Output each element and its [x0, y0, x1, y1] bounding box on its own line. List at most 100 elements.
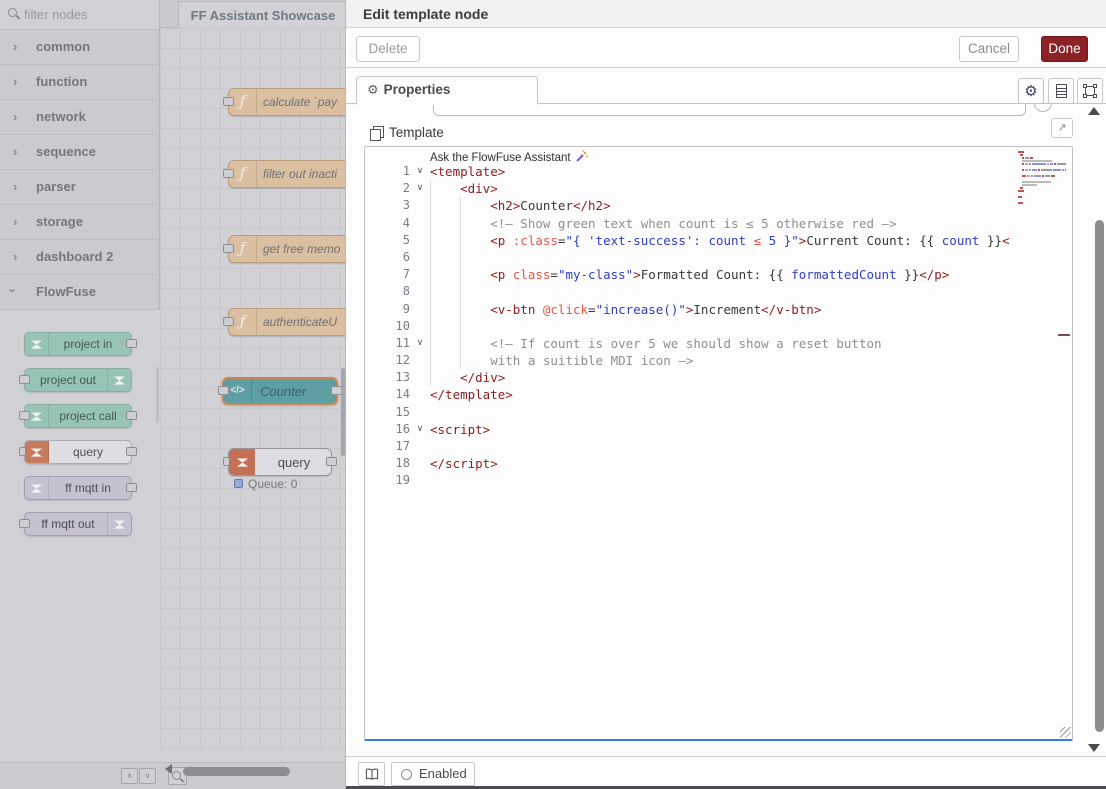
dialog-scrollbar[interactable]	[1095, 220, 1104, 732]
template-field-label: Template	[389, 125, 444, 140]
canvas-horizontal-scrollbar[interactable]	[183, 767, 290, 776]
node-settings-button[interactable]: ⚙	[1018, 78, 1044, 104]
edit-template-dialog: Edit template node Delete Cancel Done ⚙P…	[345, 0, 1106, 789]
code-line: 9<v-btn @click="increase()">Increment</v…	[365, 301, 1058, 318]
gear-icon: ⚙	[1024, 82, 1037, 100]
fold-gutter	[410, 283, 430, 300]
palette-node-ff-mqtt-out[interactable]: ff mqtt out	[24, 512, 132, 536]
code-line: 16∨<script>	[365, 421, 1058, 438]
assistant-hint[interactable]: Ask the FlowFuse Assistant	[430, 150, 588, 164]
dialog-scroll-up-arrow[interactable]	[1088, 107, 1100, 115]
code-lines[interactable]: 1∨<template>2∨<div>3<h2>Counter</h2>4<!—…	[365, 163, 1058, 490]
palette-search[interactable]: filter nodes	[0, 0, 159, 30]
fold-toggle-icon[interactable]: ∨	[410, 163, 430, 180]
input-port	[19, 375, 30, 384]
scrolled-round-button[interactable]	[1034, 104, 1052, 112]
docs-button[interactable]	[358, 762, 385, 786]
palette-category-dashboard-2[interactable]: › dashboard 2	[0, 240, 159, 275]
node-status-label: Queue: 0	[248, 477, 297, 491]
palette-node-project-in[interactable]: project in	[24, 332, 132, 356]
fold-toggle-icon[interactable]: ∨	[410, 180, 430, 197]
code-line: 17	[365, 438, 1058, 455]
palette-expand-all-button[interactable]: ∨	[139, 768, 156, 784]
copy-icon	[370, 126, 383, 139]
palette-search-placeholder: filter nodes	[24, 7, 88, 22]
palette-node-project-call[interactable]: project call	[24, 404, 132, 428]
fold-gutter	[410, 352, 430, 369]
enabled-toggle[interactable]: Enabled	[391, 762, 475, 786]
scrolled-form-row	[346, 104, 1106, 118]
code-line: 7<p class="my-class">Formatted Count: {{…	[365, 266, 1058, 283]
dialog-toolbar: Delete Cancel Done	[346, 28, 1106, 68]
function-icon: ƒ	[229, 236, 257, 262]
fold-toggle-icon[interactable]: ∨	[410, 335, 430, 352]
code-line: 10	[365, 318, 1058, 335]
palette-scrollbar[interactable]	[156, 367, 159, 423]
palette-node-project-out[interactable]: project out	[24, 368, 132, 392]
tab-properties[interactable]: ⚙Properties	[356, 76, 538, 105]
done-button[interactable]: Done	[1041, 36, 1088, 62]
node-appearance-button[interactable]	[1077, 78, 1103, 104]
palette-category-function[interactable]: › function	[0, 65, 159, 100]
node-description-button[interactable]	[1048, 78, 1074, 104]
document-icon	[1056, 84, 1067, 98]
chevron-down-icon: ›	[6, 288, 21, 292]
fold-toggle-icon[interactable]: ∨	[410, 421, 430, 438]
node-counter-selected[interactable]: </> Counter	[222, 377, 338, 405]
palette-flowfuse-section: project in project out project call quer…	[0, 310, 160, 762]
node-filter-out-inactive[interactable]: ƒ filter out inacti	[228, 160, 345, 188]
node-authenticate-user[interactable]: ƒ authenticateU	[228, 308, 345, 336]
fold-gutter	[410, 318, 430, 335]
palette-node-query[interactable]: query	[24, 440, 132, 464]
input-port	[19, 519, 30, 528]
palette-category-flowfuse[interactable]: › FlowFuse	[0, 275, 159, 310]
dialog-title: Edit template node	[346, 0, 1106, 28]
flow-tabbar: FF Assistant Showcase	[160, 0, 345, 28]
scrolled-input-field[interactable]	[433, 104, 1026, 116]
fold-gutter	[410, 386, 430, 403]
template-icon: </>	[224, 379, 252, 403]
palette-category-common[interactable]: › common	[0, 30, 159, 65]
fold-gutter	[410, 472, 430, 489]
chevron-right-icon: ›	[13, 74, 17, 89]
palette-category-sequence[interactable]: › sequence	[0, 135, 159, 170]
flowfuse-icon	[107, 369, 131, 391]
palette-category-network[interactable]: › network	[0, 100, 159, 135]
expand-editor-button[interactable]: ↗	[1051, 118, 1073, 138]
minimap[interactable]	[1018, 151, 1066, 211]
code-line: 19	[365, 472, 1058, 489]
code-line: 8	[365, 283, 1058, 300]
code-line: 15	[365, 404, 1058, 421]
node-palette: filter nodes › common › function › netwo…	[0, 0, 160, 789]
fold-gutter	[410, 404, 430, 421]
fold-gutter	[410, 301, 430, 318]
node-calculate-payment[interactable]: ƒ calculate `pay	[228, 88, 345, 116]
palette-node-ff-mqtt-in[interactable]: ff mqtt in	[24, 476, 132, 500]
palette-footer: ∧ ∨	[0, 762, 160, 789]
delete-button[interactable]: Delete	[356, 36, 420, 62]
flowfuse-icon	[25, 441, 49, 463]
code-editor[interactable]: Ask the FlowFuse Assistant 1∨<template>2…	[364, 146, 1073, 741]
chevron-right-icon: ›	[13, 214, 17, 229]
code-line: 11∨<!— If count is over 5 we should show…	[365, 335, 1058, 352]
palette-category-parser[interactable]: › parser	[0, 170, 159, 205]
dialog-scroll-down-arrow[interactable]	[1088, 744, 1100, 752]
flow-canvas[interactable]: FF Assistant Showcase ƒ calculate `pay ƒ…	[160, 0, 345, 789]
editor-resize-handle[interactable]	[1060, 727, 1071, 738]
code-line: 12with a suitible MDI icon —>	[365, 352, 1058, 369]
output-port	[326, 457, 337, 466]
fold-gutter	[410, 215, 430, 232]
flowfuse-icon	[25, 405, 49, 427]
fold-gutter	[410, 455, 430, 472]
canvas-hscroll-left-arrow[interactable]	[165, 764, 172, 774]
palette-category-storage[interactable]: › storage	[0, 205, 159, 240]
palette-collapse-all-button[interactable]: ∧	[121, 768, 138, 784]
output-port	[126, 483, 137, 492]
node-get-free-memory[interactable]: ƒ get free memo	[228, 235, 345, 263]
output-port	[126, 339, 137, 348]
chevron-right-icon: ›	[13, 144, 17, 159]
cancel-button[interactable]: Cancel	[959, 36, 1019, 62]
node-query[interactable]: query	[228, 448, 332, 476]
function-icon: ƒ	[229, 309, 257, 335]
flow-tab[interactable]: FF Assistant Showcase	[178, 1, 345, 28]
